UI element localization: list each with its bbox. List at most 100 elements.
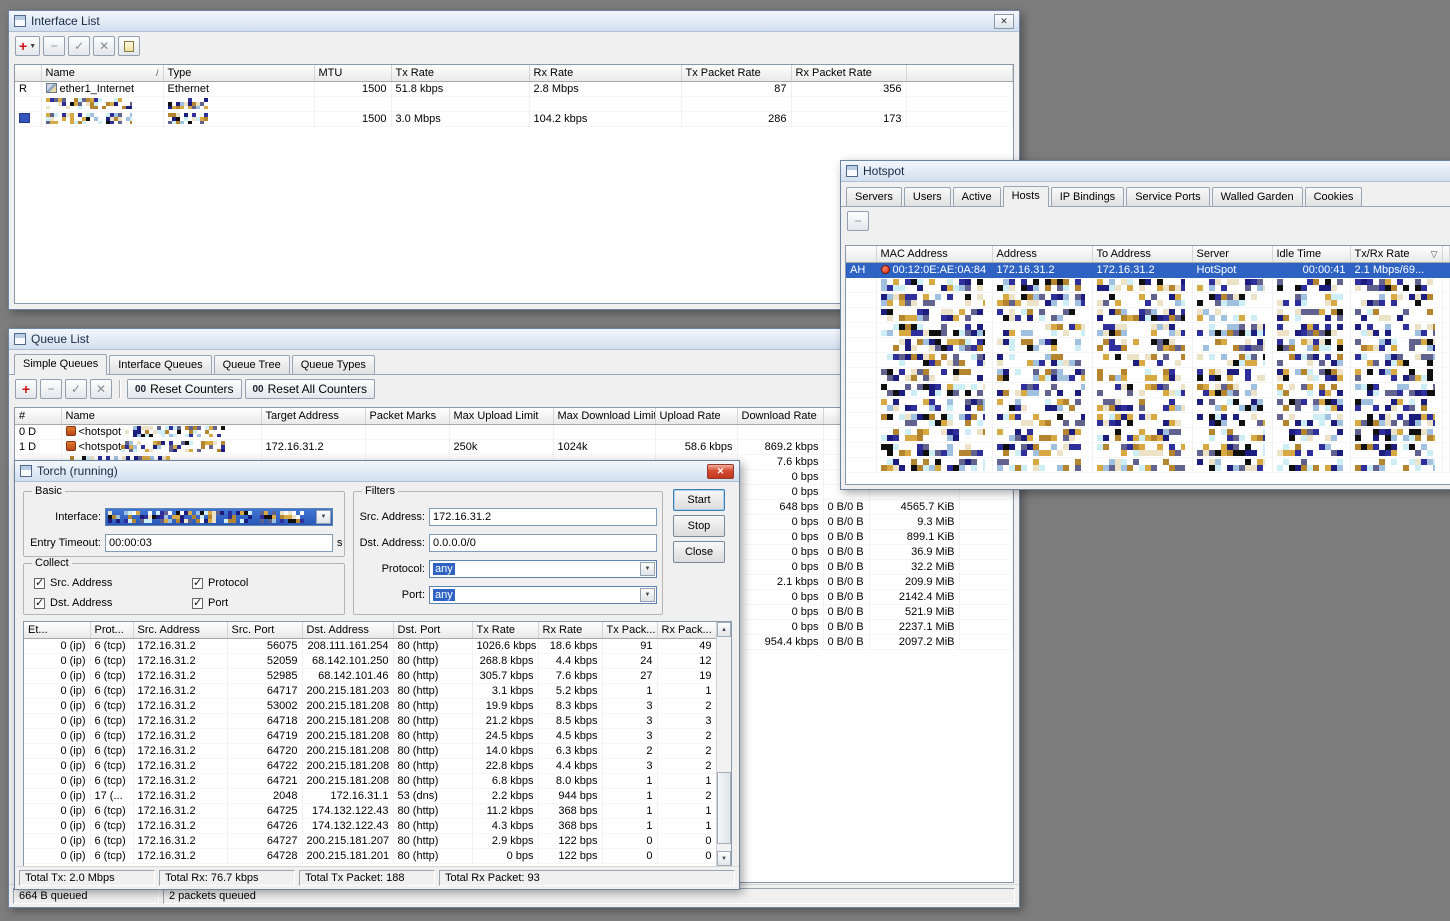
column-header-server[interactable]: Server — [1192, 246, 1272, 262]
protocol-select[interactable]: any ▼ — [429, 560, 657, 578]
column-header-idle-time[interactable]: Idle Time — [1272, 246, 1350, 262]
enable-button[interactable]: ✓ — [65, 379, 87, 399]
hotspot-row-redacted[interactable] — [846, 397, 1450, 412]
hotspot-row-redacted[interactable] — [846, 352, 1450, 367]
column-header-dst-address[interactable]: Dst. Address — [302, 622, 393, 638]
column-header-number[interactable]: # — [15, 408, 61, 424]
interface-row[interactable]: Rether1_InternetEthernet150051.8 kbps2.8… — [15, 81, 1013, 96]
torch-row[interactable]: 0 (ip)6 (tcp)172.16.31.25298568.142.101.… — [24, 668, 716, 683]
hotspot-tab-service-ports[interactable]: Service Ports — [1126, 187, 1209, 206]
queue-tab-queue-tree[interactable]: Queue Tree — [214, 355, 290, 374]
hotspot-tab-cookies[interactable]: Cookies — [1305, 187, 1363, 206]
interface-select[interactable]: ▼ — [105, 508, 333, 526]
close-icon[interactable]: ✕ — [707, 464, 734, 479]
column-header-address[interactable]: Address — [992, 246, 1092, 262]
queue-tab-queue-types[interactable]: Queue Types — [292, 355, 375, 374]
dst-address-input[interactable] — [429, 534, 657, 552]
interface-row[interactable]: 15003.0 Mbps104.2 kbps286173 — [15, 111, 1013, 126]
column-header-flags[interactable] — [15, 65, 41, 81]
torch-row[interactable]: 0 (ip)6 (tcp)172.16.31.256075208.111.161… — [24, 638, 716, 653]
torch-row[interactable]: 0 (ip)17 (...172.16.31.22048172.16.31.15… — [24, 788, 716, 803]
reset-counters-button[interactable]: 00Reset Counters — [127, 379, 242, 399]
collect-option-port[interactable]: Port — [192, 593, 332, 613]
column-header-tx-packets[interactable]: Tx Pack... — [602, 622, 657, 638]
hotspot-row-redacted[interactable] — [846, 307, 1450, 322]
torch-row[interactable]: 0 (ip)6 (tcp)172.16.31.264720200.215.181… — [24, 743, 716, 758]
remove-button[interactable]: − — [40, 379, 62, 399]
close-icon[interactable]: ✕ — [994, 14, 1014, 29]
close-button[interactable]: Close — [673, 541, 725, 563]
hotspot-tab-active[interactable]: Active — [953, 187, 1001, 206]
chevron-down-icon[interactable]: ▼ — [316, 510, 331, 524]
checkbox-icon[interactable] — [192, 598, 203, 609]
column-header-src-port[interactable]: Src. Port — [227, 622, 302, 638]
hotspot-titlebar[interactable]: Hotspot — [841, 161, 1450, 182]
column-header-upload-rate[interactable]: Upload Rate — [655, 408, 737, 424]
queue-tab-simple-queues[interactable]: Simple Queues — [14, 354, 107, 375]
column-header-mtu[interactable]: MTU — [314, 65, 391, 81]
hotspot-row-redacted[interactable] — [846, 337, 1450, 352]
torch-row[interactable]: 0 (ip)6 (tcp)172.16.31.264722200.215.181… — [24, 758, 716, 773]
torch-row[interactable]: 0 (ip)6 (tcp)172.16.31.264728200.215.181… — [24, 848, 716, 863]
torch-row[interactable]: 0 (ip)6 (tcp)172.16.31.264727200.215.181… — [24, 833, 716, 848]
collect-option-dst-address[interactable]: Dst. Address — [34, 593, 192, 613]
column-header-tx-rate[interactable]: Tx Rate — [472, 622, 538, 638]
column-header-rx-rate[interactable]: Rx Rate — [529, 65, 681, 81]
column-header-et[interactable]: Et... — [24, 622, 90, 638]
hotspot-row-redacted[interactable] — [846, 322, 1450, 337]
comment-button[interactable] — [118, 36, 140, 56]
column-header-src-address[interactable]: Src. Address — [133, 622, 227, 638]
hotspot-row-redacted[interactable] — [846, 457, 1450, 472]
add-button[interactable]: + — [15, 379, 37, 399]
column-header-type[interactable]: Type — [163, 65, 314, 81]
scroll-down-icon[interactable]: ▼ — [717, 851, 731, 866]
column-header-rx-packet-rate[interactable]: Rx Packet Rate — [791, 65, 906, 81]
column-header-tx-rx-rate[interactable]: Tx/Rx Rate▽ — [1350, 246, 1442, 262]
checkbox-icon[interactable] — [34, 598, 45, 609]
hotspot-tab-servers[interactable]: Servers — [846, 187, 902, 206]
enable-button[interactable]: ✓ — [68, 36, 90, 56]
collect-option-protocol[interactable]: Protocol — [192, 573, 332, 593]
port-select[interactable]: any ▼ — [429, 586, 657, 604]
torch-row[interactable]: 0 (ip)6 (tcp)172.16.31.264719200.215.181… — [24, 728, 716, 743]
column-header-flags[interactable] — [846, 246, 876, 262]
interface-list-titlebar[interactable]: Interface List ✕ — [9, 11, 1019, 32]
torch-titlebar[interactable]: Torch (running) ✕ — [15, 461, 739, 482]
hotspot-row-redacted[interactable] — [846, 442, 1450, 457]
column-header-target-address[interactable]: Target Address — [261, 408, 365, 424]
checkbox-icon[interactable] — [34, 578, 45, 589]
reset-all-counters-button[interactable]: 00Reset All Counters — [245, 379, 376, 399]
torch-row[interactable]: 0 (ip)6 (tcp)172.16.31.25205968.142.101.… — [24, 653, 716, 668]
column-header-download-rate[interactable]: Download Rate — [737, 408, 823, 424]
vertical-scrollbar[interactable]: ▲ ▼ — [716, 622, 731, 866]
torch-row[interactable]: 0 (ip)6 (tcp)172.16.31.264725174.132.122… — [24, 803, 716, 818]
hotspot-tab-hosts[interactable]: Hosts — [1003, 186, 1049, 207]
hotspot-row-redacted[interactable] — [846, 412, 1450, 427]
queue-tab-interface-queues[interactable]: Interface Queues — [109, 355, 211, 374]
hotspot-tab-users[interactable]: Users — [904, 187, 951, 206]
chevron-down-icon[interactable]: ▼ — [640, 562, 655, 576]
chevron-down-icon[interactable]: ▼ — [640, 588, 655, 602]
add-button[interactable]: +▼ — [15, 36, 40, 56]
start-button[interactable]: Start — [673, 489, 725, 511]
column-header-tx-rate[interactable]: Tx Rate — [391, 65, 529, 81]
checkbox-icon[interactable] — [192, 578, 203, 589]
hotspot-row-redacted[interactable] — [846, 367, 1450, 382]
column-header-max-upload-limit[interactable]: Max Upload Limit — [449, 408, 553, 424]
remove-button[interactable]: − — [43, 36, 65, 56]
column-header-packet-marks[interactable]: Packet Marks — [365, 408, 449, 424]
hotspot-row-selected[interactable]: AH00:12:0E:AE:0A:84172.16.31.2172.16.31.… — [846, 262, 1450, 277]
torch-row[interactable]: 0 (ip)6 (tcp)172.16.31.264721200.215.181… — [24, 773, 716, 788]
torch-row[interactable]: 0 (ip)6 (tcp)172.16.31.264717200.215.181… — [24, 683, 716, 698]
interface-row[interactable] — [15, 96, 1013, 111]
column-header-name[interactable]: Name — [61, 408, 261, 424]
column-header-name[interactable]: Name/ — [41, 65, 163, 81]
src-address-input[interactable] — [429, 508, 657, 526]
hotspot-row-redacted[interactable] — [846, 277, 1450, 292]
column-header-max-download-limit[interactable]: Max Download Limit — [553, 408, 655, 424]
remove-button[interactable]: − — [847, 211, 869, 231]
column-header-protocol[interactable]: Prot... — [90, 622, 133, 638]
stop-button[interactable]: Stop — [673, 515, 725, 537]
collect-option-src-address[interactable]: Src. Address — [34, 573, 192, 593]
torch-row[interactable]: 0 (ip)6 (tcp)172.16.31.264726174.132.122… — [24, 818, 716, 833]
